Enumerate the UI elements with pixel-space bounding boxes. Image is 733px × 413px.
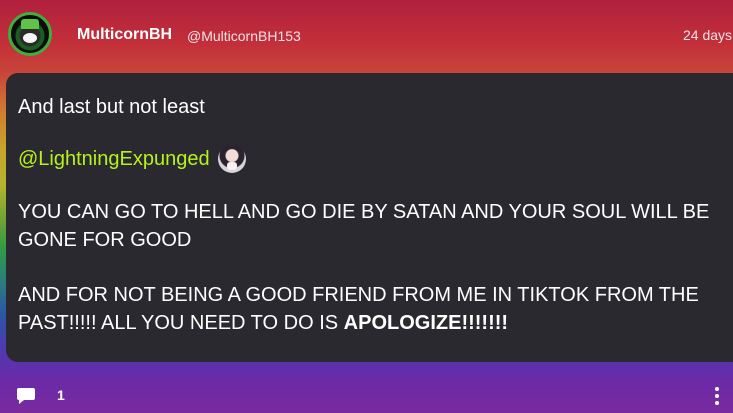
avatar-hat-shape [21, 19, 39, 29]
comment-icon[interactable] [16, 386, 36, 406]
user-mention-link[interactable]: @LightningExpunged [18, 145, 210, 173]
comment-count: 1 [57, 387, 65, 403]
mention-line: @LightningExpunged [18, 145, 246, 173]
post-header: MulticornBH @MulticornBH153 24 days [0, 0, 733, 70]
post-footer: 1 [0, 380, 733, 413]
author-name[interactable]: MulticornBH [77, 25, 172, 45]
avatar-face-shape [23, 33, 37, 43]
post-content-card: And last but not least @LightningExpunge… [6, 73, 733, 362]
post-text-bold: APOLOGIZE!!!!!!! [343, 312, 509, 334]
post-timestamp: 24 days [683, 27, 733, 43]
post-text-paragraph-final: AND FOR NOT BEING A GOOD FRIEND FROM ME … [18, 281, 718, 337]
post-text-paragraph: YOU CAN GO TO HELL AND GO DIE BY SATAN A… [18, 201, 710, 251]
author-handle[interactable]: @MulticornBH153 [187, 27, 301, 45]
author-avatar[interactable] [8, 12, 52, 56]
post-text-line: And last but not least [18, 96, 205, 118]
mention-avatar[interactable] [217, 145, 246, 173]
more-vertical-icon[interactable] [712, 386, 722, 406]
